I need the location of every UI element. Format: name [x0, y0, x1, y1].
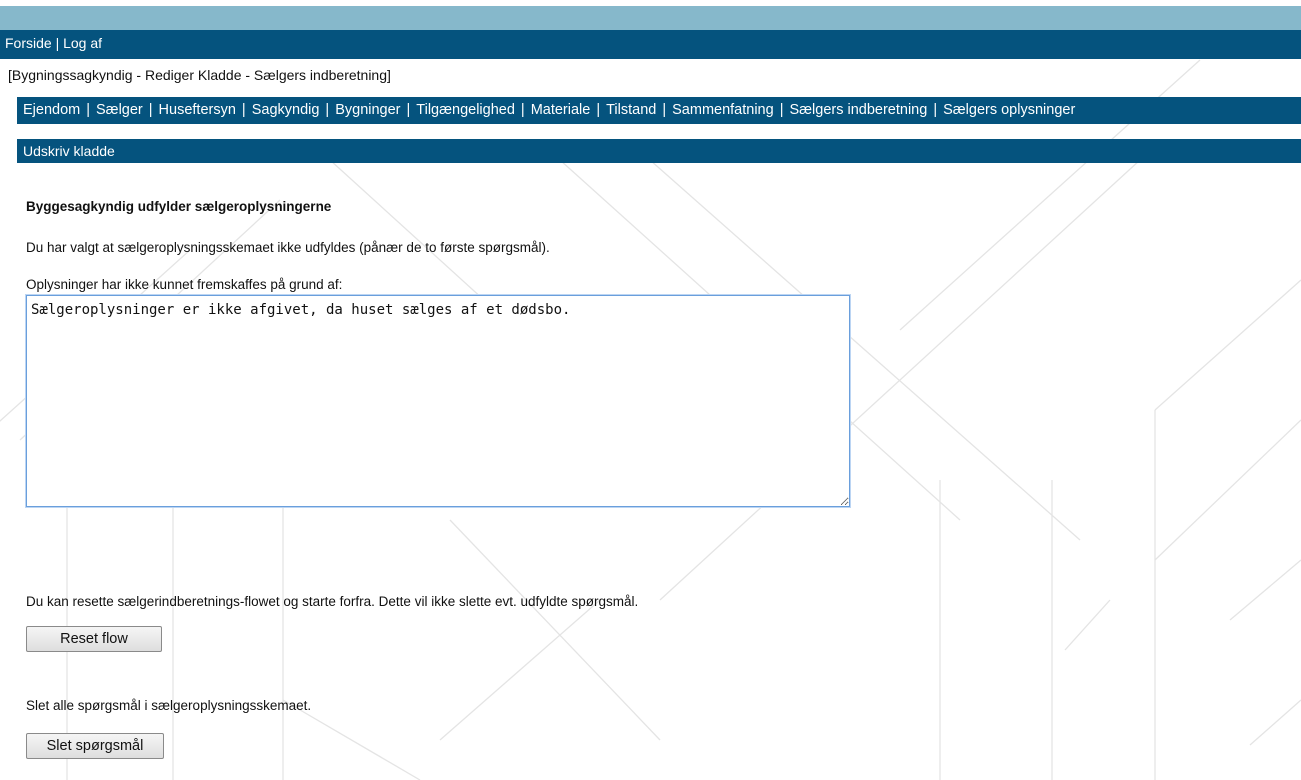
- header-bar: Forside | Log af: [0, 30, 1301, 59]
- print-bar: Udskriv kladde: [17, 139, 1301, 163]
- page: Forside | Log af [Bygningssagkyndig - Re…: [0, 0, 1301, 780]
- nav-item-tilgaengelighed[interactable]: Tilgængelighed: [416, 102, 515, 118]
- nav-item-materiale[interactable]: Materiale: [531, 102, 591, 118]
- print-draft-link[interactable]: Udskriv kladde: [23, 143, 115, 159]
- section-nav: Ejendom | Sælger | Huseftersyn | Sagkyndig | Byg…: [17, 97, 1301, 124]
- top-banner: [0, 6, 1301, 30]
- nav-item-sagkyndig[interactable]: Sagkyndig: [252, 102, 320, 118]
- reason-textarea[interactable]: Sælgeroplysninger er ikke afgivet, da hu…: [25, 294, 851, 508]
- info-text: Du har valgt at sælgeroplysningsskemaet …: [26, 240, 550, 255]
- nav-separator: |: [241, 102, 246, 118]
- section-heading: Byggesagkyndig udfylder sælgeroplysninge…: [26, 199, 332, 214]
- nav-separator: |: [662, 102, 667, 118]
- nav-separator: |: [406, 102, 411, 118]
- delete-questions-button[interactable]: Slet spørgsmål: [26, 733, 164, 759]
- nav-item-sammenfatning[interactable]: Sammenfatning: [672, 102, 774, 118]
- nav-item-tilstand[interactable]: Tilstand: [606, 102, 656, 118]
- reset-description: Du kan resette sælgerindberetnings-flowe…: [26, 594, 639, 609]
- nav-item-saelgers-indberetning[interactable]: Sælgers indberetning: [789, 102, 927, 118]
- header-separator: |: [55, 35, 60, 51]
- breadcrumb: [Bygningssagkyndig - Rediger Kladde - Sæ…: [8, 67, 391, 83]
- nav-separator: |: [779, 102, 784, 118]
- nav-separator: |: [86, 102, 91, 118]
- nav-item-saelger[interactable]: Sælger: [96, 102, 143, 118]
- logout-link[interactable]: Log af: [63, 35, 102, 51]
- home-link[interactable]: Forside: [5, 35, 52, 51]
- nav-item-ejendom[interactable]: Ejendom: [23, 102, 80, 118]
- nav-separator: |: [933, 102, 938, 118]
- nav-separator: |: [520, 102, 525, 118]
- nav-item-bygninger[interactable]: Bygninger: [335, 102, 400, 118]
- nav-separator: |: [148, 102, 153, 118]
- reset-flow-button[interactable]: Reset flow: [26, 626, 162, 652]
- reason-label: Oplysninger har ikke kunnet fremskaffes …: [26, 277, 343, 292]
- nav-item-huseftersyn[interactable]: Huseftersyn: [159, 102, 236, 118]
- delete-description: Slet alle spørgsmål i sælgeroplysningssk…: [26, 698, 312, 713]
- nav-item-saelgers-oplysninger[interactable]: Sælgers oplysninger: [943, 102, 1075, 118]
- nav-separator: |: [596, 102, 601, 118]
- nav-separator: |: [325, 102, 330, 118]
